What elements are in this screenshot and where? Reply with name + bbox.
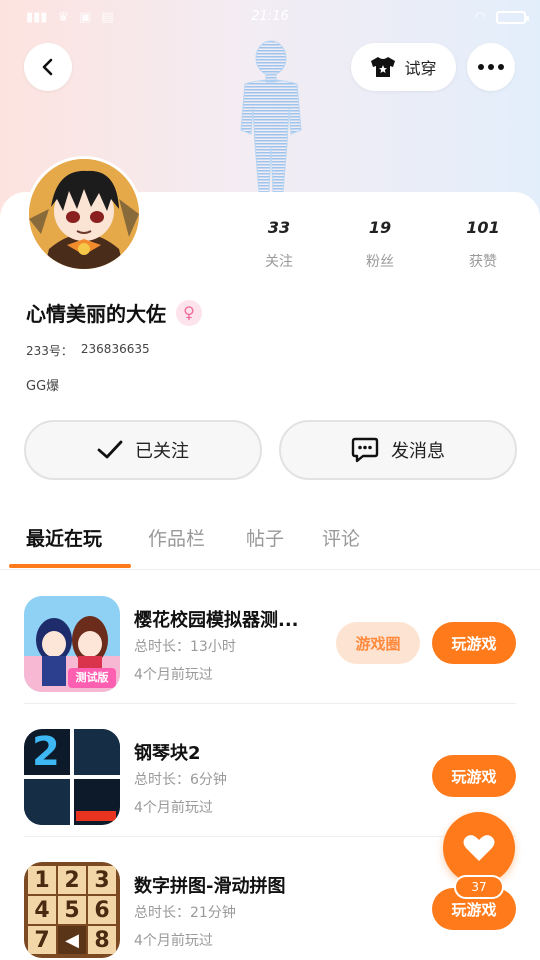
avatar[interactable]: [26, 156, 142, 272]
user-id: 233号： 236836635: [26, 342, 150, 359]
anime-avatar-image: [29, 159, 139, 269]
stat-followers-value: 19: [368, 218, 392, 237]
like-button[interactable]: [443, 812, 515, 884]
stat-following[interactable]: 33 关注: [234, 218, 324, 271]
more-button[interactable]: [467, 43, 515, 91]
stat-likes-label: 获赞: [469, 254, 497, 270]
stat-following-value: 33: [267, 218, 291, 237]
stat-followers-label: 粉丝: [366, 254, 394, 270]
game-last-played: 4个月前玩过: [134, 667, 213, 683]
game-circle-button[interactable]: 游戏圈: [336, 622, 420, 664]
followed-button[interactable]: 已关注: [24, 420, 262, 480]
arrow-left-icon: ◀: [58, 926, 86, 954]
puzzle-tile: 6: [88, 896, 116, 924]
piano-icon-number: 2: [32, 729, 60, 775]
tab-comments[interactable]: 评论: [322, 524, 360, 551]
like-count-badge: 37: [454, 875, 504, 899]
stat-followers[interactable]: 19 粉丝: [335, 218, 425, 271]
game-last-played: 4个月前玩过: [134, 800, 213, 816]
more-dots-icon: [478, 64, 504, 70]
game-name: 樱花校园模拟器测...: [134, 610, 299, 631]
battery-icon: [496, 10, 529, 24]
uid-value: 236836635: [80, 342, 150, 356]
back-arrow-icon: [42, 58, 53, 76]
stat-likes[interactable]: 101 获赞: [438, 218, 528, 271]
tshirt-icon: [371, 57, 396, 77]
game-duration: 总时长：6分钟: [134, 772, 227, 788]
list-item[interactable]: 2 钢琴块2 总时长：6分钟 4个月前玩过 玩游戏: [24, 705, 516, 837]
wardrobe-button[interactable]: 试穿: [351, 43, 456, 91]
puzzle-tile: 5: [58, 896, 86, 924]
tab-posts[interactable]: 帖子: [246, 524, 284, 551]
list-item[interactable]: 1 2 3 4 5 6 7 ◀ 8 数字拼图-滑动拼图 总时长：21分钟 4个月…: [24, 838, 516, 960]
heart-icon: [463, 835, 495, 861]
tab-recently-played[interactable]: 最近在玩: [26, 524, 102, 551]
puzzle-tile: 4: [28, 896, 56, 924]
sakura-school-icon: 测试版: [24, 596, 120, 692]
number-puzzle-icon: 1 2 3 4 5 6 7 ◀ 8: [24, 862, 120, 958]
status-bar: ▮▮▮ ♛ ▣ ▤ 21:16 ◠: [0, 0, 540, 34]
followed-label: 已关注: [135, 441, 189, 462]
game-duration: 总时长：13小时: [134, 639, 236, 655]
back-button[interactable]: [24, 43, 72, 91]
status-time: 21:16: [251, 9, 289, 24]
female-gender-icon: ♀: [176, 299, 202, 326]
puzzle-tile: 8: [88, 926, 116, 954]
game-last-played: 4个月前玩过: [134, 933, 213, 949]
uid-label: 233号：: [26, 344, 73, 358]
puzzle-tile: 2: [58, 866, 86, 894]
stat-likes-value: 101: [466, 218, 500, 237]
bio: GG爆: [26, 379, 60, 394]
row-divider: [24, 836, 516, 837]
game-name: 钢琴块2: [134, 743, 201, 764]
nickname-row: 心情美丽的大佐 ♀: [26, 298, 202, 327]
message-button[interactable]: 发消息: [279, 420, 517, 480]
row-divider: [24, 703, 516, 704]
sakura-icon-badge: 测试版: [75, 671, 109, 684]
active-tab-indicator: [9, 564, 131, 568]
piano-tiles-icon: 2: [24, 729, 120, 825]
game-duration: 总时长：21分钟: [134, 905, 236, 921]
play-game-button[interactable]: 玩游戏: [432, 622, 516, 664]
wardrobe-label: 试穿: [404, 59, 437, 78]
puzzle-tile: 3: [88, 866, 116, 894]
play-game-button[interactable]: 玩游戏: [432, 755, 516, 797]
stat-following-label: 关注: [265, 254, 293, 270]
checkmark-icon: [97, 440, 123, 459]
tab-works[interactable]: 作品栏: [148, 524, 205, 551]
nickname: 心情美丽的大佐: [26, 302, 166, 326]
puzzle-tile: 1: [28, 866, 56, 894]
game-name: 数字拼图-滑动拼图: [134, 876, 286, 897]
puzzle-tile: 7: [28, 926, 56, 954]
profile-tabs: 最近在玩 作品栏 帖子 评论: [0, 518, 540, 570]
chat-bubble-icon: [351, 437, 379, 463]
message-label: 发消息: [391, 441, 445, 462]
avatar-figure-silhouette: [240, 40, 302, 193]
list-item[interactable]: 测试版 樱花校园模拟器测... 总时长：13小时 4个月前玩过 游戏圈 玩游戏: [24, 572, 516, 704]
